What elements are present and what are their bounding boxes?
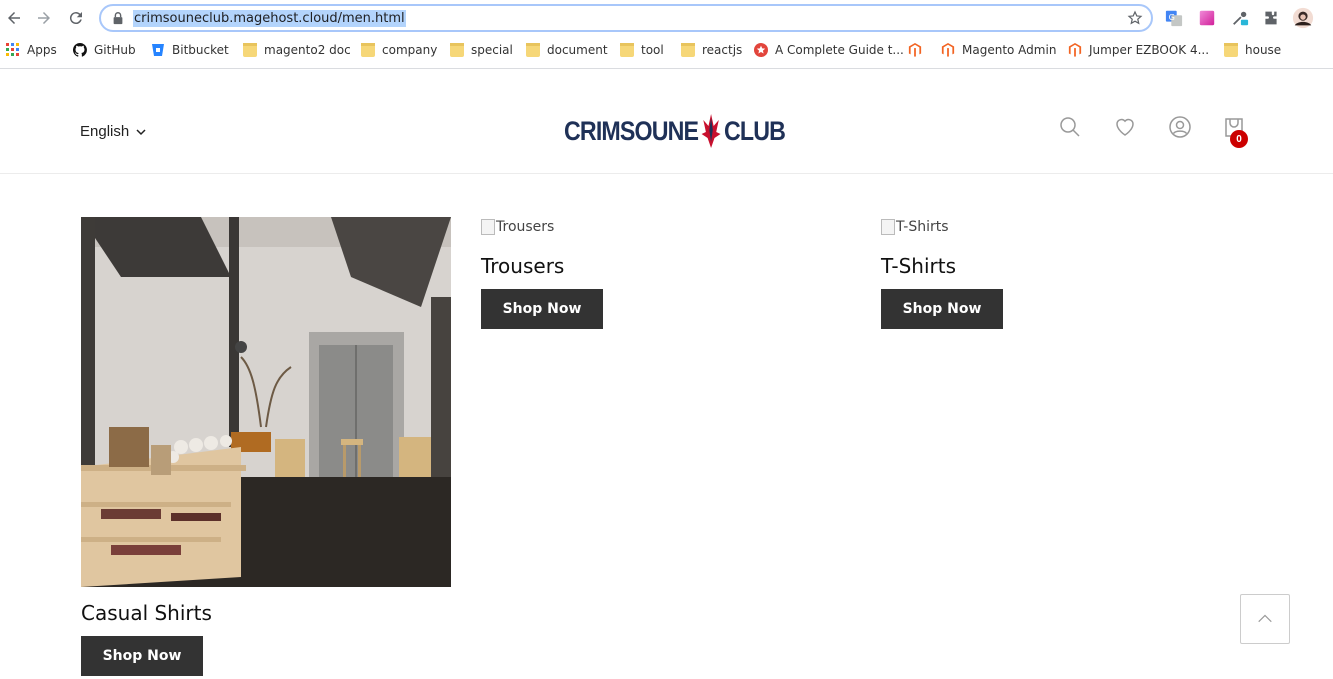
broken-image-icon	[481, 219, 495, 235]
language-label: English	[80, 123, 130, 140]
folder-icon	[450, 43, 464, 57]
logo-text-left: CRIMSOUNE	[564, 115, 699, 146]
shop-now-casual-shirts-button[interactable]: Shop Now	[81, 636, 203, 676]
folder-icon	[243, 43, 257, 57]
bookmark-folder-company[interactable]: company	[361, 38, 437, 62]
profile-avatar[interactable]	[1291, 6, 1315, 30]
reload-icon	[69, 12, 82, 25]
logo-text-right: CLUB	[723, 115, 786, 146]
bookmark-label: special	[471, 43, 513, 57]
bookmark-label: document	[547, 43, 608, 57]
magento-icon	[941, 43, 955, 57]
bookmark-label: reactjs	[702, 43, 743, 57]
bookmark-jumper-ezbook[interactable]: Jumper EZBOOK 4...	[1068, 38, 1209, 62]
bookmark-label: Apps	[27, 43, 57, 57]
cart-count-badge: 0	[1230, 130, 1248, 148]
bookmark-label: Jumper EZBOOK 4...	[1089, 43, 1210, 57]
user-icon	[1169, 116, 1191, 138]
back-button[interactable]	[2, 6, 26, 30]
url-text[interactable]: crimsouneclub.magehost.cloud/men.html	[133, 10, 406, 27]
back-to-top-button[interactable]	[1240, 594, 1290, 644]
bookmark-folder-house[interactable]: house	[1224, 38, 1281, 62]
bookmark-folder-tool[interactable]: tool	[620, 38, 664, 62]
eyedropper-extension-icon[interactable]	[1230, 8, 1250, 28]
bookmark-magento-admin[interactable]: Magento Admin	[941, 38, 1056, 62]
folder-icon	[681, 43, 695, 57]
bookmark-folder-special[interactable]: special	[450, 38, 513, 62]
apps-grid-icon	[6, 43, 19, 56]
bookmark-label: GitHub	[94, 43, 136, 57]
bookmark-bitbucket[interactable]: Bitbucket	[151, 38, 229, 62]
trousers-image-alt: Trousers	[496, 219, 555, 235]
category-title-tshirts[interactable]: T-Shirts	[881, 254, 956, 278]
forward-button[interactable]	[32, 6, 56, 30]
bookmark-label: Magento Admin	[962, 43, 1057, 57]
tshirts-image[interactable]: T-Shirts	[881, 219, 949, 235]
magento-icon	[1068, 43, 1082, 57]
language-switcher[interactable]: English	[80, 123, 147, 140]
broken-image-icon	[881, 219, 895, 235]
bookmark-folder-magento2-doc[interactable]: magento2 doc	[243, 38, 351, 62]
chevron-up-icon	[1258, 614, 1272, 623]
folder-icon	[620, 43, 634, 57]
bookmark-label: A Complete Guide t...	[775, 43, 904, 57]
folder-icon	[526, 43, 540, 57]
shop-now-tshirts-button[interactable]: Shop Now	[881, 289, 1003, 329]
shop-now-trousers-button[interactable]: Shop Now	[481, 289, 603, 329]
bitbucket-icon	[152, 44, 164, 56]
svg-text:G: G	[1169, 12, 1175, 22]
star-badge-icon	[754, 43, 768, 57]
wishlist-button[interactable]	[1113, 115, 1137, 139]
site-header: English CRIMSOUNE CLUB	[0, 69, 1333, 174]
site-logo[interactable]: CRIMSOUNE CLUB	[564, 111, 786, 151]
trousers-image[interactable]: Trousers	[481, 219, 554, 235]
casual-shirts-image[interactable]	[81, 217, 451, 587]
lock-icon	[113, 12, 123, 25]
bookmark-label: magento2 doc	[264, 43, 351, 57]
github-icon	[73, 43, 87, 57]
bookmark-folder-reactjs[interactable]: reactjs	[681, 38, 742, 62]
logo-emblem-icon	[701, 114, 721, 148]
bookmark-label: house	[1245, 43, 1282, 57]
folder-icon	[1224, 43, 1238, 57]
account-button[interactable]	[1168, 115, 1192, 139]
reload-button[interactable]	[64, 6, 88, 30]
bookmark-magento[interactable]	[908, 38, 922, 62]
browser-toolbar: crimsouneclub.magehost.cloud/men.html G	[0, 0, 1333, 36]
bookmark-github[interactable]: GitHub	[73, 38, 136, 62]
bookmark-label: Bitbucket	[172, 43, 229, 57]
magento-icon	[908, 43, 922, 57]
bookmark-label: tool	[641, 43, 664, 57]
folder-icon	[361, 43, 375, 57]
tshirts-image-alt: T-Shirts	[896, 219, 949, 235]
arrow-right-icon	[38, 12, 50, 24]
address-bar[interactable]: crimsouneclub.magehost.cloud/men.html	[99, 4, 1153, 32]
bookmark-folder-document[interactable]: document	[526, 38, 608, 62]
search-button[interactable]	[1058, 115, 1082, 139]
bookmark-star-icon[interactable]	[1127, 10, 1143, 26]
store-interior-photo	[81, 217, 451, 587]
category-title-trousers[interactable]: Trousers	[481, 254, 564, 278]
arrow-left-icon	[8, 12, 20, 24]
search-icon	[1060, 117, 1080, 137]
bookmarks-bar: Apps GitHub Bitbucket magento2 doc compa…	[0, 38, 1333, 62]
chevron-down-icon	[136, 128, 146, 135]
translate-extension-icon[interactable]: G	[1164, 8, 1184, 28]
bookmark-complete-guide[interactable]: A Complete Guide t...	[754, 38, 904, 62]
bookmark-label: company	[382, 43, 438, 57]
heart-icon	[1116, 118, 1134, 136]
gradient-extension-icon[interactable]	[1197, 8, 1217, 28]
bookmark-apps[interactable]: Apps	[6, 38, 57, 62]
extensions-puzzle-icon[interactable]	[1261, 8, 1281, 28]
category-title-casual-shirts[interactable]: Casual Shirts	[81, 601, 212, 625]
